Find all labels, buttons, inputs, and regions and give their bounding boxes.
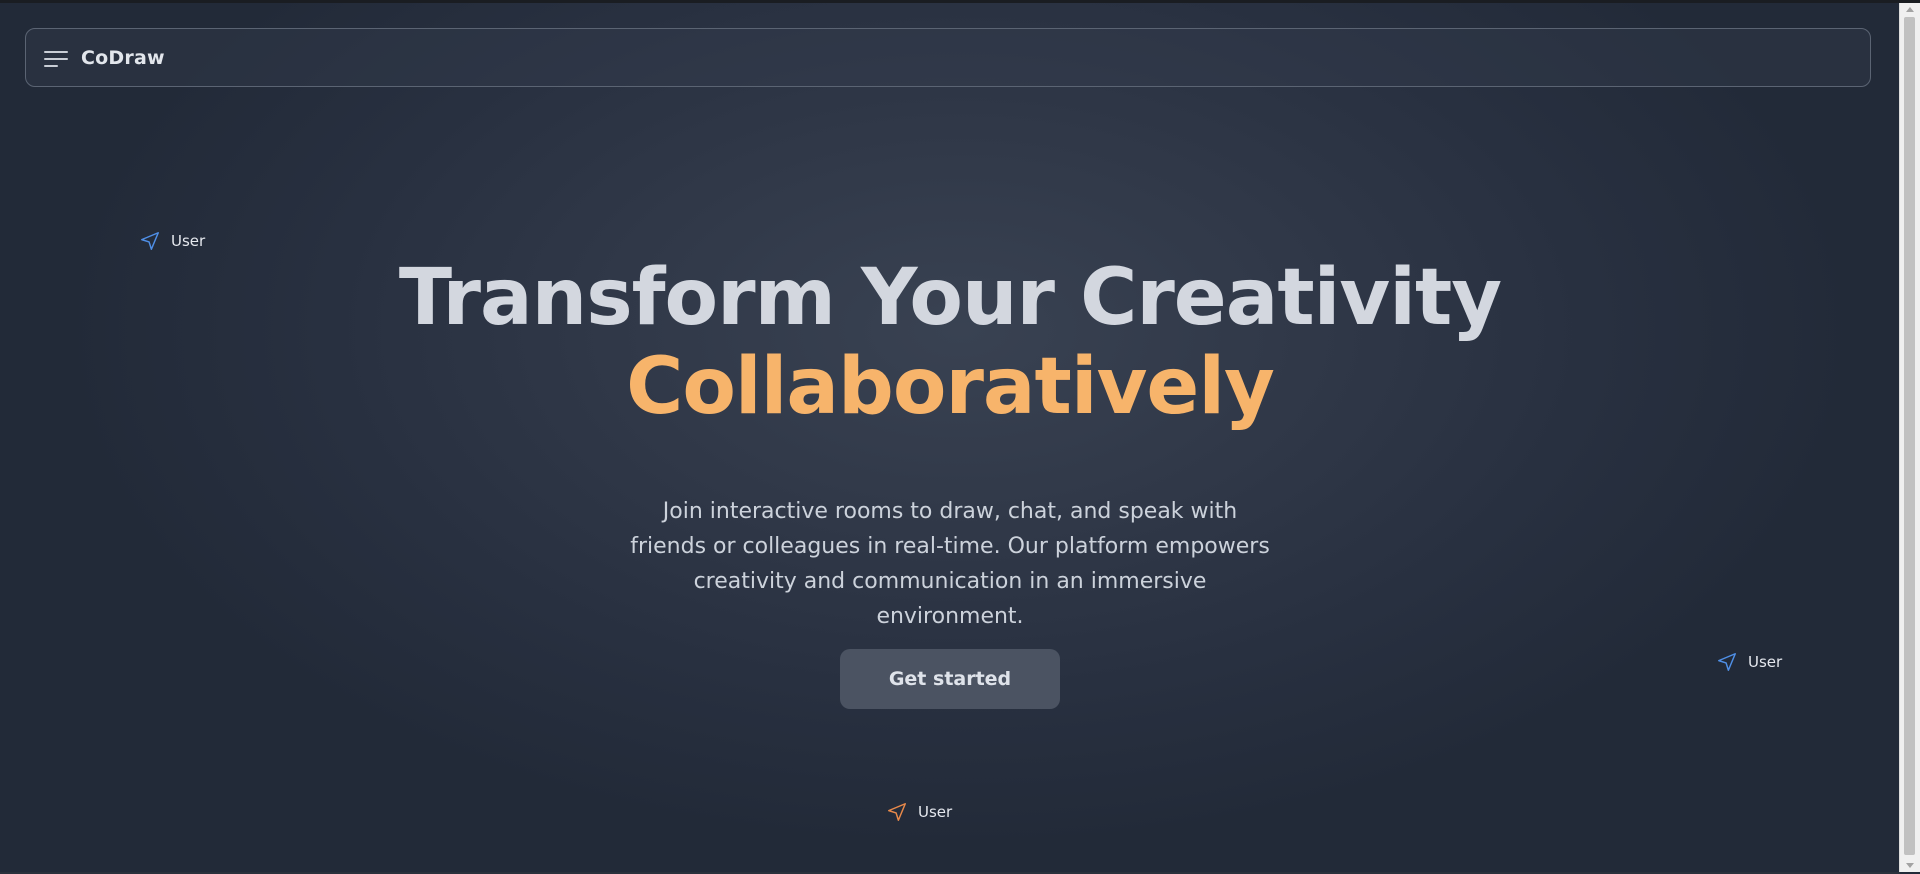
menu-icon[interactable] [44, 50, 68, 68]
collaborator-cursor-label: User [918, 803, 953, 821]
scroll-up-icon[interactable] [1906, 7, 1914, 12]
vertical-scrollbar[interactable] [1899, 3, 1920, 872]
collaborator-cursor-label: User [171, 232, 206, 250]
collaborator-cursor: User [886, 801, 952, 823]
hero-title: Transform Your Creativity Collaborativel… [0, 254, 1900, 432]
scrollbar-thumb[interactable] [1904, 17, 1915, 855]
hero-title-line1: Transform Your Creativity [398, 253, 1502, 343]
app-root: CoDraw User User User Transform Your Cre… [0, 0, 1920, 874]
send-arrow-icon [141, 232, 159, 250]
collaborator-cursor: User [1716, 651, 1782, 673]
get-started-button[interactable]: Get started [840, 649, 1060, 709]
hero-subtitle: Join interactive rooms to draw, chat, an… [630, 499, 1270, 629]
send-arrow-icon [888, 803, 906, 821]
send-arrow-icon [1718, 653, 1736, 671]
window-top-edge [0, 0, 1920, 3]
navbar: CoDraw [25, 28, 1871, 87]
scroll-down-icon[interactable] [1906, 863, 1914, 868]
hero-title-highlight: Collaboratively [626, 342, 1275, 432]
collaborator-cursor-label: User [1748, 653, 1783, 671]
brand-logo-text[interactable]: CoDraw [81, 47, 165, 69]
collaborator-cursor: User [139, 230, 205, 252]
